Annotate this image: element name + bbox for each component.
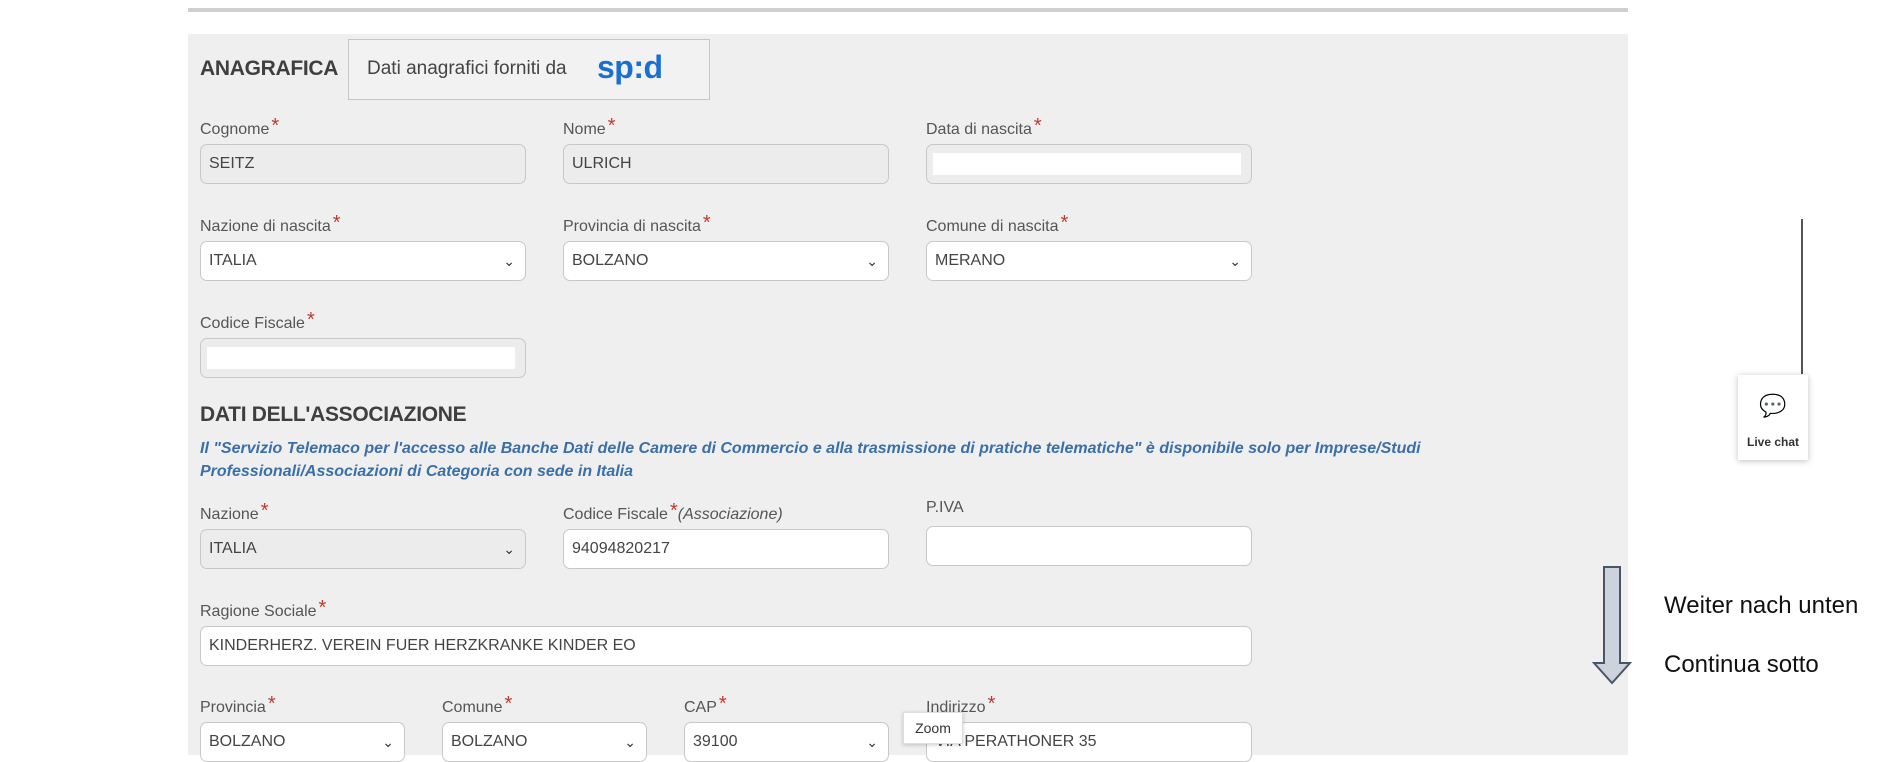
chevron-down-icon: ⌄ — [866, 734, 878, 750]
chevron-down-icon: ⌄ — [503, 541, 515, 557]
section-title-anagrafica: ANAGRAFICA — [200, 57, 339, 80]
live-chat-label: Live chat — [1746, 435, 1800, 449]
cf-associazione-field[interactable]: 94094820217 — [563, 529, 889, 569]
section-title-associazione: DATI DELL'ASSOCIAZIONE — [200, 403, 467, 426]
provincia-select[interactable]: BOLZANO ⌄ — [200, 722, 405, 762]
piva-field[interactable] — [926, 526, 1252, 566]
scroll-indicator-line — [1801, 219, 1803, 374]
nome-field[interactable]: ULRICH — [563, 144, 889, 184]
chat-bubbles-icon: 💬 — [1759, 393, 1787, 418]
cap-label: CAP * — [684, 693, 727, 716]
spid-text: Dati anagrafici forniti da — [367, 58, 567, 79]
provincia-nascita-select[interactable]: BOLZANO ⌄ — [563, 241, 889, 281]
nazione-label: Nazione * — [200, 500, 269, 523]
redacted-value — [933, 153, 1241, 175]
nome-label: Nome * — [563, 115, 616, 138]
annotation-italian: Continua sotto — [1664, 651, 1819, 678]
piva-label: P.IVA — [926, 499, 964, 516]
info-notice: Il "Servizio Telemaco per l'accesso alle… — [200, 440, 1421, 480]
chevron-down-icon: ⌄ — [866, 253, 878, 269]
comune-nascita-label: Comune di nascita * — [926, 212, 1069, 235]
live-chat-button[interactable]: 💬 Live chat — [1738, 375, 1808, 460]
cap-select[interactable]: 39100 ⌄ — [684, 722, 889, 762]
annotation-german: Weiter nach unten — [1664, 592, 1859, 619]
nazione-nascita-label: Nazione di nascita * — [200, 212, 341, 235]
codice-fiscale-field[interactable] — [200, 338, 526, 378]
chevron-down-icon: ⌄ — [1229, 253, 1241, 269]
down-arrow-icon — [1592, 566, 1632, 685]
indirizzo-field[interactable]: VIA PERATHONER 35 — [926, 722, 1252, 762]
chevron-down-icon: ⌄ — [382, 734, 394, 750]
comune-nascita-select[interactable]: MERANO ⌄ — [926, 241, 1252, 281]
cf-associazione-label: Codice Fiscale *(Associazione) — [563, 500, 783, 523]
data-nascita-label: Data di nascita * — [926, 115, 1042, 138]
chevron-down-icon: ⌄ — [503, 253, 515, 269]
cognome-field[interactable]: SEITZ — [200, 144, 526, 184]
spid-logo: sp:d — [597, 49, 663, 85]
nazione-nascita-select[interactable]: ITALIA ⌄ — [200, 241, 526, 281]
redacted-value — [207, 347, 515, 369]
ragione-sociale-field[interactable]: KINDERHERZ. VEREIN FUER HERZKRANKE KINDE… — [200, 626, 1252, 666]
codice-fiscale-label: Codice Fiscale * — [200, 309, 315, 332]
comune-label: Comune * — [442, 693, 513, 716]
nazione-select[interactable]: ITALIA ⌄ — [200, 529, 526, 569]
chevron-down-icon: ⌄ — [624, 734, 636, 750]
ragione-sociale-label: Ragione Sociale * — [200, 597, 327, 620]
provincia-label: Provincia * — [200, 693, 276, 716]
provincia-nascita-label: Provincia di nascita * — [563, 212, 711, 235]
cognome-label: Cognome * — [200, 115, 280, 138]
top-divider — [188, 8, 1628, 12]
data-nascita-field[interactable] — [926, 144, 1252, 184]
spid-badge: Dati anagrafici forniti da sp:d — [348, 39, 710, 100]
zoom-tooltip: Zoom — [903, 712, 963, 744]
comune-select[interactable]: BOLZANO ⌄ — [442, 722, 647, 762]
